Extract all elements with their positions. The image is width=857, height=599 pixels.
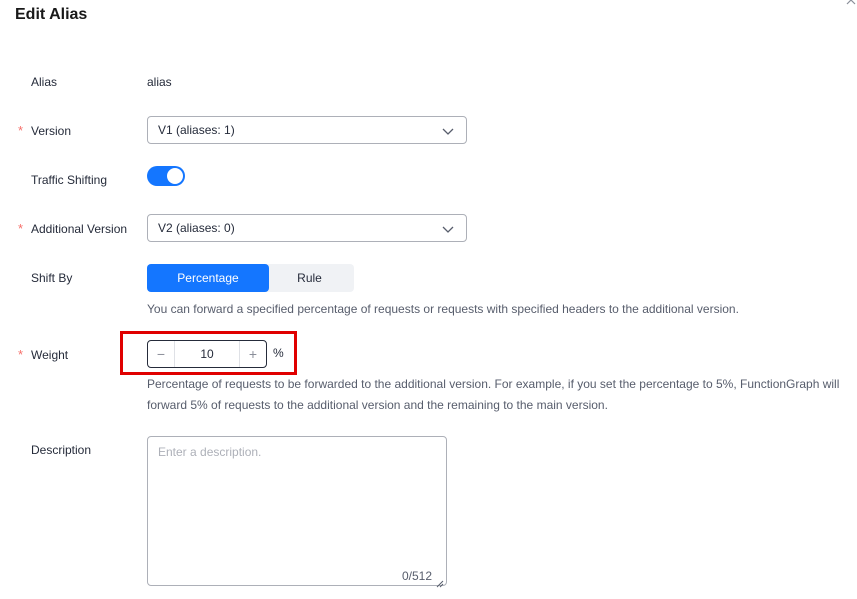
alias-label: Alias	[31, 75, 58, 89]
traffic-shifting-label: Traffic Shifting	[31, 173, 108, 187]
required-asterisk: *	[18, 347, 24, 362]
additional-version-select-value: V2 (aliases: 0)	[158, 221, 235, 235]
version-select[interactable]: V1 (aliases: 1)	[147, 116, 467, 144]
highlight-annotation	[120, 331, 297, 375]
required-asterisk: *	[18, 123, 24, 138]
shift-by-percentage-option[interactable]: Percentage	[147, 264, 269, 292]
additional-version-select[interactable]: V2 (aliases: 0)	[147, 214, 467, 242]
edit-alias-dialog: Edit Alias Alias alias * Version V1 (alia…	[0, 0, 857, 599]
traffic-shifting-toggle[interactable]	[147, 166, 185, 186]
shift-by-rule-option[interactable]: Rule	[265, 264, 354, 292]
weight-label: * Weight	[18, 347, 69, 362]
description-placeholder: Enter a description.	[158, 445, 262, 459]
close-icon[interactable]	[845, 0, 857, 6]
version-label: * Version	[18, 123, 72, 138]
dialog-title: Edit Alias	[15, 6, 88, 23]
resize-handle-icon[interactable]	[436, 575, 444, 588]
description-label: Description	[31, 443, 92, 457]
description-textarea[interactable]: Enter a description. 0/512	[147, 436, 447, 588]
required-asterisk: *	[18, 221, 24, 236]
additional-version-label: * Additional Version	[18, 221, 128, 236]
version-select-value: V1 (aliases: 1)	[158, 123, 235, 137]
alias-value: alias	[147, 75, 172, 89]
chevron-down-icon	[442, 222, 454, 234]
weight-hint-line-1: Percentage of requests to be forwarded t…	[147, 377, 840, 391]
weight-hint-line-2: forward 5% of requests to the additional…	[147, 398, 608, 412]
shift-by-label: Shift By	[31, 271, 73, 285]
shift-by-hint: You can forward a specified percentage o…	[147, 302, 739, 316]
chevron-down-icon	[442, 124, 454, 136]
toggle-knob	[167, 168, 183, 184]
character-counter: 0/512	[401, 569, 432, 583]
